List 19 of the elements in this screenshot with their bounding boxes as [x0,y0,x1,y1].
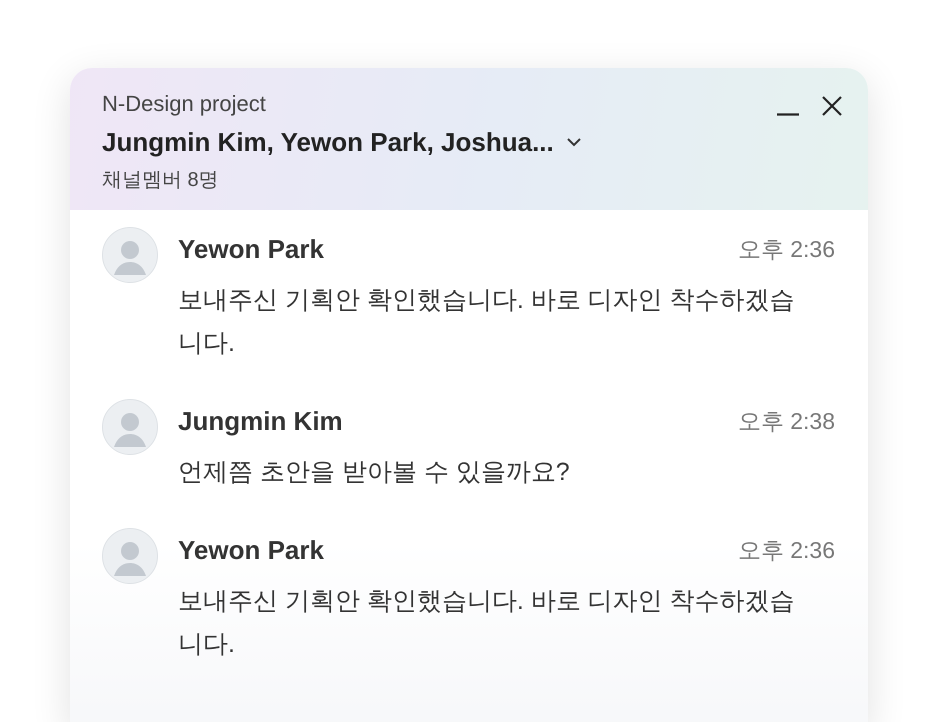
message-time: 오후 2:36 [738,536,835,564]
close-button[interactable] [820,94,844,118]
avatar-icon [102,528,158,584]
chevron-down-icon [566,137,582,147]
members-dropdown[interactable]: Jungmin Kim, Yewon Park, Joshua... [102,126,582,158]
message-time: 오후 2:38 [738,406,835,436]
message-time: 오후 2:36 [738,234,835,264]
avatar-icon [102,227,158,283]
sender-name: Yewon Park [178,234,324,264]
member-count: 채널멤버 8명 [102,168,219,193]
message-text: 언제쯤 초안을 받아볼 수 있을까요? [178,457,571,488]
message-text: 보내주신 기획안 확인했습니다. 바로 디자인 착수하겠습니다. [178,586,796,660]
close-icon [820,94,844,118]
sender-name: Yewon Park [178,534,324,566]
avatar-icon [102,399,158,455]
minimize-icon [776,113,800,116]
message-text: 보내주신 기획안 확인했습니다. 바로 디자인 착수하겠습니다. [178,285,796,359]
project-name: N-Design project [102,90,266,118]
sender-name: Jungmin Kim [178,406,343,436]
